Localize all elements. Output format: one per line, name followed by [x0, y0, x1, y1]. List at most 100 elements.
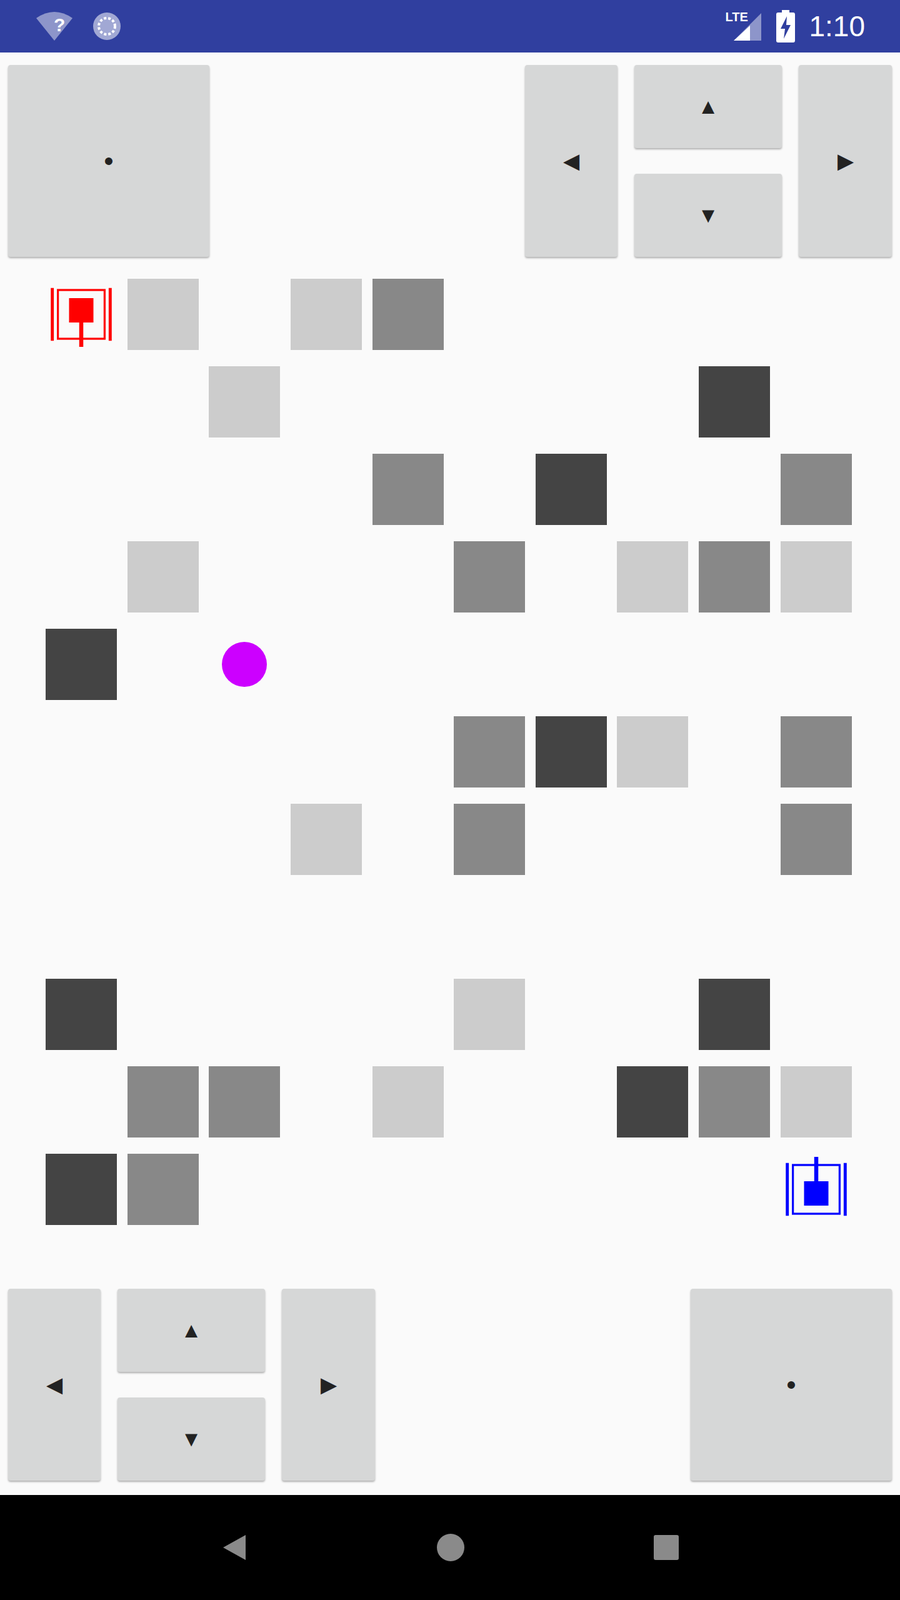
- board-cell: [40, 1145, 123, 1234]
- board-cell: [285, 533, 368, 621]
- board-cell: [122, 533, 205, 621]
- board-cell: [448, 533, 531, 621]
- board-cell: [40, 533, 123, 621]
- board-cell: [285, 270, 368, 359]
- medium-block: [453, 803, 525, 875]
- board-cell: [448, 1058, 531, 1146]
- dark-block: [698, 978, 770, 1050]
- board-cell: [40, 970, 123, 1059]
- board-cell: [448, 1145, 531, 1234]
- board-cell: [775, 445, 857, 534]
- board-cell: [366, 358, 449, 446]
- board-cell: [285, 970, 368, 1059]
- signal-icon: [725, 10, 763, 42]
- medium-block: [453, 541, 525, 613]
- board-cell: [611, 445, 694, 534]
- board-cell: [203, 445, 286, 534]
- board-cell: [122, 883, 205, 971]
- board-cell: [40, 795, 123, 884]
- board-cell: [775, 533, 857, 621]
- board-cell: [366, 708, 449, 796]
- light-block: [780, 541, 852, 613]
- board-cell: [40, 358, 123, 446]
- light-block: [616, 716, 689, 788]
- fire-button[interactable]: •: [8, 65, 210, 257]
- medium-block: [127, 1066, 199, 1138]
- board-cell: [122, 970, 205, 1059]
- up-down-column: ▲▼: [634, 65, 782, 257]
- board-cell: [122, 620, 205, 709]
- light-block: [453, 978, 525, 1050]
- game-board: [40, 270, 900, 1234]
- board-cell: [530, 883, 613, 971]
- board-cell: [530, 970, 613, 1059]
- board-cell: [530, 358, 613, 446]
- board-cell: [122, 445, 205, 534]
- navigation-bar: [0, 1495, 900, 1600]
- board-cell: [285, 1058, 368, 1146]
- left-button[interactable]: ◀: [8, 1288, 101, 1481]
- board-cell: [775, 1058, 857, 1146]
- board-cell: [611, 533, 694, 621]
- board-cell: [448, 358, 531, 446]
- right-button[interactable]: ▶: [798, 65, 892, 257]
- board-cell: [203, 270, 286, 359]
- board-cell: [611, 620, 694, 709]
- medium-block: [698, 1066, 770, 1138]
- medium-block: [372, 278, 444, 350]
- light-block: [127, 541, 199, 613]
- dark-block: [535, 716, 607, 788]
- board-cell: [203, 795, 286, 884]
- down-button[interactable]: ▼: [117, 1397, 265, 1481]
- board-cell: [40, 708, 123, 796]
- board-cell: [530, 795, 613, 884]
- board-cell: [285, 445, 368, 534]
- board-cell: [366, 883, 449, 971]
- board-cell: [530, 445, 613, 534]
- board-cell: [775, 970, 857, 1059]
- board-cell: [203, 620, 286, 709]
- wifi-indicator: ?: [35, 10, 74, 42]
- home-icon[interactable]: [435, 1532, 466, 1563]
- board-cell: [611, 270, 694, 359]
- board-cell: [611, 883, 694, 971]
- board-cell: [775, 270, 857, 359]
- board-cell: [366, 1145, 449, 1234]
- game-screen: ?LTE1:10•◀▲▼▶◀▲▼▶•: [0, 0, 900, 1600]
- board-cell: [366, 1058, 449, 1146]
- signal-indicator: LTE: [725, 10, 763, 42]
- board-cell: [203, 708, 286, 796]
- light-block: [616, 541, 689, 613]
- blue-tank-icon: [783, 1156, 849, 1222]
- down-button[interactable]: ▼: [634, 173, 782, 257]
- dark-block: [698, 366, 770, 438]
- board-cell: [40, 270, 123, 359]
- bottom-controls: ◀▲ ▼▶ •: [0, 1288, 900, 1481]
- board-cell: [122, 358, 205, 446]
- board-cell: [693, 270, 776, 359]
- board-cell: [366, 445, 449, 534]
- right-button[interactable]: ▶: [281, 1288, 375, 1481]
- recents-icon[interactable]: [653, 1534, 680, 1561]
- board-cell: [40, 620, 123, 709]
- medium-block: [780, 716, 852, 788]
- board-cell: [611, 708, 694, 796]
- dark-block: [45, 978, 117, 1050]
- light-block: [290, 803, 362, 875]
- board-cell: [448, 620, 531, 709]
- up-button[interactable]: ▲: [117, 1288, 265, 1372]
- board-cell: [693, 533, 776, 621]
- left-button[interactable]: ◀: [525, 65, 618, 257]
- board-cell: [448, 795, 531, 884]
- board-cell: [122, 1145, 205, 1234]
- board-cell: [203, 358, 286, 446]
- fire-button[interactable]: •: [690, 1288, 892, 1481]
- back-icon[interactable]: [220, 1532, 249, 1563]
- board-cell: [122, 708, 205, 796]
- board-cell: [203, 1058, 286, 1146]
- up-button[interactable]: ▲: [634, 65, 782, 149]
- board-cell: [122, 1058, 205, 1146]
- board-cell: [448, 270, 531, 359]
- board-cell: [285, 620, 368, 709]
- board-cell: [448, 445, 531, 534]
